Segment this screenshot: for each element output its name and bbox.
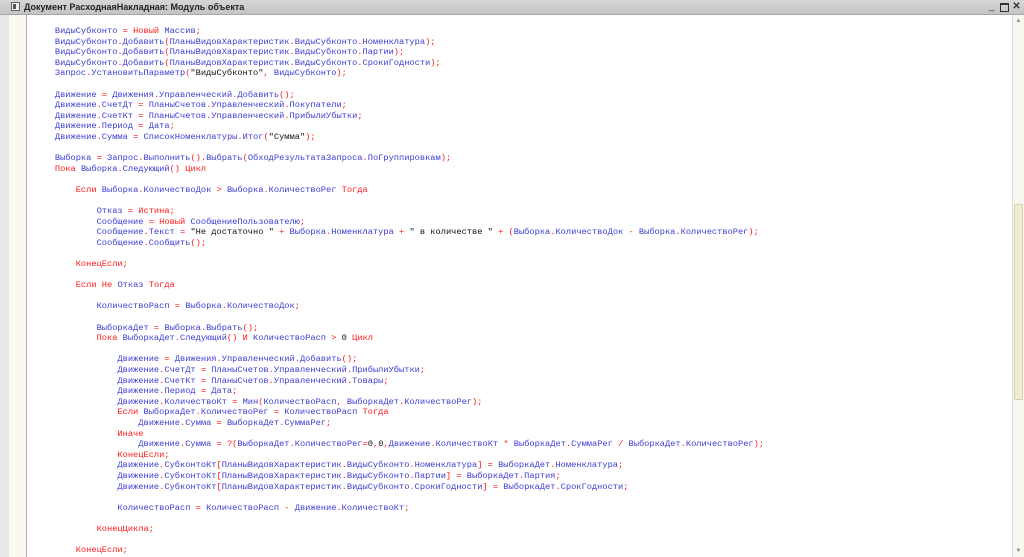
code-line[interactable]	[34, 492, 764, 503]
code-line[interactable]: Отказ = Истина;	[34, 206, 764, 217]
window-title: Документ РасходнаяНакладная: Модуль объе…	[24, 2, 245, 12]
code-line[interactable]: Движение.СубконтоКт[ПланыВидовХарактерис…	[34, 460, 764, 471]
code-line[interactable]: Если ВыборкаДет.КоличествоРег = Количест…	[34, 407, 764, 418]
code-line[interactable]	[34, 79, 764, 90]
code-line[interactable]: Движение.СубконтоКт[ПланыВидовХарактерис…	[34, 482, 764, 493]
module-icon	[11, 2, 20, 11]
code-line[interactable]: Сообщение.Сообщить();	[34, 238, 764, 249]
code-line[interactable]	[34, 248, 764, 259]
code-line[interactable]: Движение.СчетКт = ПланыСчетов.Управленче…	[34, 111, 764, 122]
window-frame	[0, 15, 9, 557]
code-line[interactable]	[34, 513, 764, 524]
code-line[interactable]: ВидыСубконто.Добавить(ПланыВидовХарактер…	[34, 37, 764, 48]
vertical-scrollbar[interactable]: ▲ ▼	[1012, 15, 1024, 557]
code-area[interactable]: ВидыСубконто = Новый Массив; ВидыСубконт…	[34, 26, 764, 556]
scrollbar-thumb[interactable]	[1014, 203, 1023, 401]
code-line[interactable]: Движение.СчетКт = ПланыСчетов.Управленче…	[34, 376, 764, 387]
code-line[interactable]: Запрос.УстановитьПараметр("ВидыСубконто"…	[34, 68, 764, 79]
code-line[interactable]: Движение.Сумма = ?(ВыборкаДет.Количество…	[34, 439, 764, 450]
code-line[interactable]	[34, 143, 764, 154]
code-editor[interactable]: ВидыСубконто = Новый Массив; ВидыСубконт…	[27, 15, 1012, 557]
code-line[interactable]: КоличествоРасп = Выборка.КоличествоДок;	[34, 301, 764, 312]
code-line[interactable]	[34, 535, 764, 546]
code-line[interactable]	[34, 312, 764, 323]
code-line[interactable]: Если Выборка.КоличествоДок > Выборка.Кол…	[34, 185, 764, 196]
close-button[interactable]: ✕	[1011, 1, 1022, 13]
code-line[interactable]: Движение = Движения.Управленческий.Добав…	[34, 90, 764, 101]
maximize-button[interactable]	[999, 1, 1010, 13]
code-line[interactable]: Движение.Период = Дата;	[34, 386, 764, 397]
code-line[interactable]: Если Не Отказ Тогда	[34, 280, 764, 291]
editor-gutter[interactable]	[9, 15, 27, 557]
code-line[interactable]: Сообщение.Текст = "Не достаточно " + Выб…	[34, 227, 764, 238]
code-line[interactable]: КонецЕсли;	[34, 259, 764, 270]
code-line[interactable]: Выборка = Запрос.Выполнить().Выбрать(Обх…	[34, 153, 764, 164]
code-line[interactable]: Движение.Сумма = ВыборкаДет.СуммаРег;	[34, 418, 764, 429]
code-line[interactable]: Пока ВыборкаДет.Следующий() И Количество…	[34, 333, 764, 344]
minimize-button[interactable]: _	[986, 1, 997, 13]
code-line[interactable]: Движение.СубконтоКт[ПланыВидовХарактерис…	[34, 471, 764, 482]
scroll-up-arrow-icon[interactable]: ▲	[1013, 15, 1024, 27]
code-line[interactable]: КонецЕсли;	[34, 450, 764, 461]
code-line[interactable]: Движение.СчетДт = ПланыСчетов.Управленче…	[34, 365, 764, 376]
code-line[interactable]	[34, 270, 764, 281]
code-line[interactable]: Иначе	[34, 429, 764, 440]
title-bar: Документ РасходнаяНакладная: Модуль объе…	[0, 0, 1024, 15]
code-line[interactable]	[34, 174, 764, 185]
maximize-icon	[1000, 3, 1009, 12]
code-line[interactable]: Движение.КоличествоКт = Мин(КоличествоРа…	[34, 397, 764, 408]
code-line[interactable]: КонецЕсли;	[34, 545, 764, 556]
code-line[interactable]: Движение = Движения.Управленческий.Добав…	[34, 354, 764, 365]
code-line[interactable]: ВидыСубконто = Новый Массив;	[34, 26, 764, 37]
code-line[interactable]: Движение.Период = Дата;	[34, 121, 764, 132]
code-line[interactable]	[34, 344, 764, 355]
scroll-down-arrow-icon[interactable]: ▼	[1013, 545, 1024, 557]
code-line[interactable]: Движение.Сумма = СписокНоменклатуры.Итог…	[34, 132, 764, 143]
code-line[interactable]: ВидыСубконто.Добавить(ПланыВидовХарактер…	[34, 58, 764, 69]
code-line[interactable]: Сообщение = Новый СообщениеПользователю;	[34, 217, 764, 228]
code-line[interactable]: ВыборкаДет = Выборка.Выбрать();	[34, 323, 764, 334]
code-line[interactable]: Движение.СчетДт = ПланыСчетов.Управленче…	[34, 100, 764, 111]
code-line[interactable]	[34, 291, 764, 302]
code-line[interactable]: КоличествоРасп = КоличествоРасп - Движен…	[34, 503, 764, 514]
code-line[interactable]: Пока Выборка.Следующий() Цикл	[34, 164, 764, 175]
code-line[interactable]	[34, 196, 764, 207]
code-line[interactable]: ВидыСубконто.Добавить(ПланыВидовХарактер…	[34, 47, 764, 58]
code-line[interactable]: КонецЦикла;	[34, 524, 764, 535]
